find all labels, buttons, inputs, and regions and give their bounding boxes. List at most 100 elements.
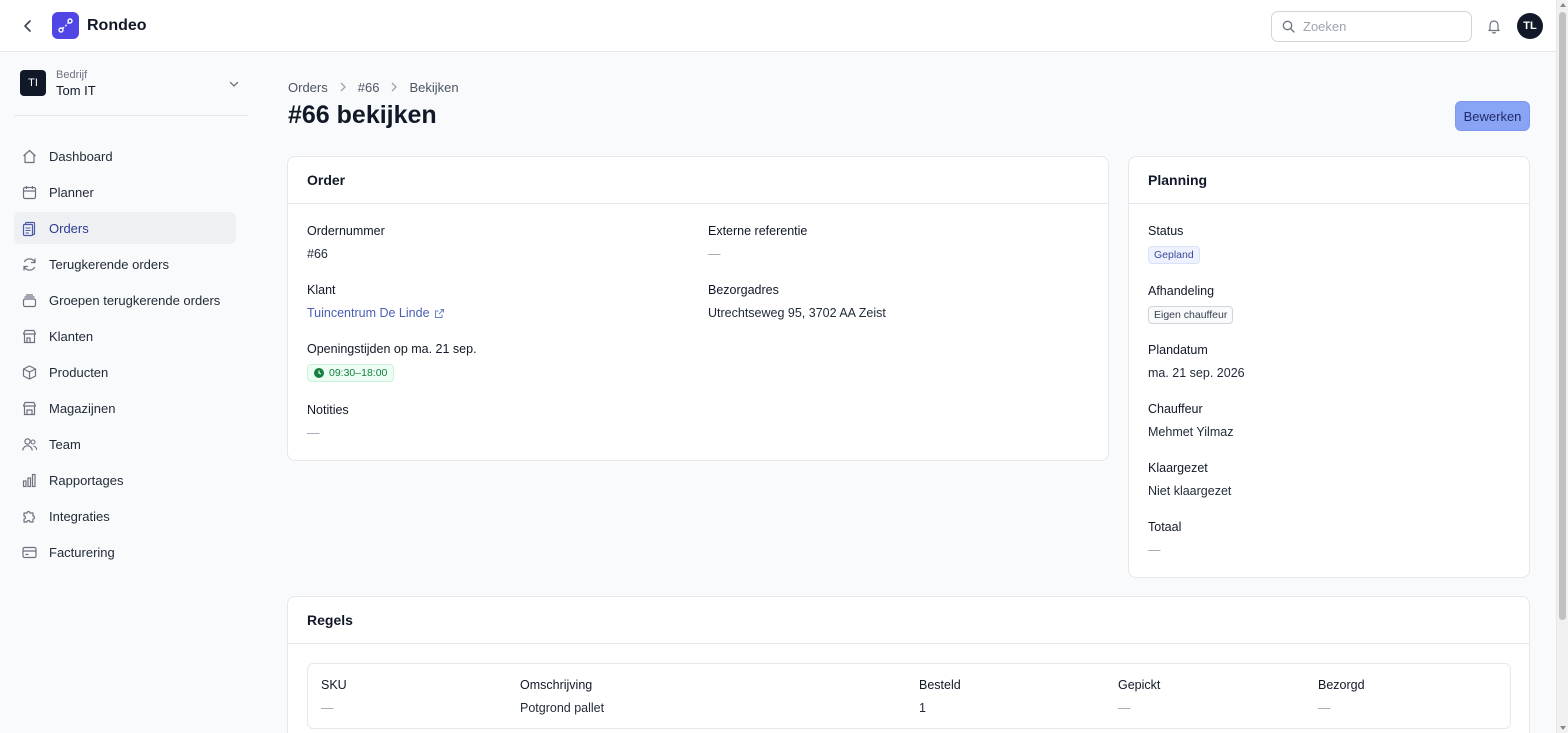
regels-card: Regels SKU Omschrijving Besteld Gepickt … [287,596,1530,733]
field-label: Notities [307,403,349,417]
field-ordernummer: Ordernummer #66 [307,224,385,261]
field-totaal: Totaal — [1148,520,1181,557]
field-afhandeling: Afhandeling Eigen chauffeur [1148,284,1234,324]
company-switcher[interactable]: TI Bedrijf Tom IT [14,66,248,116]
field-label: Afhandeling [1148,284,1215,298]
breadcrumb-current: Bekijken [409,80,459,95]
field-label: Chauffeur [1148,402,1203,416]
field-label: Klaargezet [1148,461,1208,475]
page-scrollbar[interactable] [1556,0,1568,733]
table-cell: Potgrond pallet [520,701,605,715]
field-value: — [1148,543,1161,557]
back-arrow-icon[interactable] [18,16,38,36]
sidebar-item-terugkerende-orders[interactable]: Terugkerende orders [14,248,236,280]
scroll-up-icon[interactable] [1560,3,1566,7]
sidebar-item-planner[interactable]: Planner [14,176,236,208]
field-value: Utrechtseweg 95, 3702 AA Zeist [708,306,886,320]
breadcrumb-order[interactable]: #66 [358,80,380,95]
field-bezorgadres: Bezorgadres Utrechtseweg 95, 3702 AA Zei… [708,283,886,320]
status-badge: Gepland [1148,246,1200,264]
stack-icon [20,291,38,309]
users-icon [20,435,38,453]
sidebar-item-orders[interactable]: Orders [14,212,236,244]
field-externe-referentie: Externe referentie — [708,224,807,261]
chevron-down-icon [229,81,239,87]
sidebar-item-team[interactable]: Team [14,428,236,460]
sidebar-item-rapportages[interactable]: Rapportages [14,464,236,496]
field-value: ma. 21 sep. 2026 [1148,366,1245,380]
table-cell: — [1318,701,1331,715]
sidebar-item-klanten[interactable]: Klanten [14,320,236,352]
chevron-right-icon [390,81,398,95]
planning-card-title: Planning [1129,157,1529,204]
field-value: Niet klaargezet [1148,484,1232,498]
sidebar-item-integraties[interactable]: Integraties [14,500,236,532]
field-status: Status Gepland [1148,224,1200,264]
opening-hours-value: 09:30–18:00 [329,367,388,379]
sidebar-nav: Dashboard Planner Orders Terugkerende or… [14,140,236,572]
warehouse-icon [20,399,38,417]
field-value: #66 [307,247,328,261]
home-icon [20,147,38,165]
sidebar-item-groepen-terugkerende-orders[interactable]: Groepen terugkerende orders [14,284,236,316]
column-header: SKU [321,678,347,692]
table-cell: — [321,701,334,715]
field-value: Mehmet Yilmaz [1148,425,1234,439]
regels-card-title: Regels [288,597,1529,644]
sidebar-item-label: Klanten [49,328,94,344]
field-label: Status [1148,224,1184,238]
sidebar-item-producten[interactable]: Producten [14,356,236,388]
field-value: — [307,426,320,440]
calendar-icon [20,183,38,201]
search-input[interactable] [1303,19,1453,34]
sidebar-item-facturering[interactable]: Facturering [14,536,236,568]
sidebar-item-magazijnen[interactable]: Magazijnen [14,392,236,424]
clipboard-icon [20,219,38,237]
chevron-right-icon [339,81,347,95]
field-label: Bezorgadres [708,283,779,297]
puzzle-icon [20,507,38,525]
sidebar-item-label: Orders [49,220,89,236]
planning-card: Planning Status Gepland Afhandeling Eige… [1128,156,1530,578]
top-bar: Rondeo TL [0,0,1556,52]
sidebar-item-label: Magazijnen [49,400,116,416]
breadcrumb: Orders #66 Bekijken [288,80,459,95]
sidebar-item-label: Facturering [49,544,115,560]
customer-link[interactable]: Tuincentrum De Linde [307,306,445,320]
sidebar-item-label: Team [49,436,81,452]
bell-icon[interactable] [1484,16,1504,36]
breadcrumb-orders[interactable]: Orders [288,80,328,95]
opening-hours-badge: 09:30–18:00 [307,364,395,382]
sidebar-item-label: Groepen terugkerende orders [49,292,221,308]
user-avatar[interactable]: TL [1517,13,1543,39]
sidebar-item-dashboard[interactable]: Dashboard [14,140,236,172]
scroll-down-icon[interactable] [1560,726,1566,730]
search-box[interactable] [1271,11,1472,42]
edit-button[interactable]: Bewerken [1455,101,1530,131]
field-notities: Notities — [307,403,349,440]
column-header: Bezorgd [1318,678,1365,692]
field-value: — [708,247,721,261]
field-label: Openingstijden op ma. 21 sep. [307,342,477,356]
credit-card-icon [20,543,38,561]
scrollbar-thumb[interactable] [1559,12,1566,620]
app-name: Rondeo [87,17,147,34]
company-avatar: TI [20,70,46,96]
order-card-title: Order [288,157,1108,204]
field-label: Ordernummer [307,224,385,238]
sidebar-item-label: Planner [49,184,94,200]
column-header: Omschrijving [520,678,593,692]
field-label: Externe referentie [708,224,808,238]
order-lines-table: SKU Omschrijving Besteld Gepickt Bezorgd… [307,663,1511,729]
company-label: Bedrijf [56,69,88,81]
app-logo-icon[interactable] [52,12,79,39]
sidebar-item-label: Dashboard [49,148,113,164]
sidebar-item-label: Terugkerende orders [49,256,169,272]
field-klaargezet: Klaargezet Niet klaargezet [1148,461,1231,498]
field-chauffeur: Chauffeur Mehmet Yilmaz [1148,402,1233,439]
field-label: Plandatum [1148,343,1208,357]
field-label: Klant [307,283,336,297]
box-icon [20,363,38,381]
external-link-icon [434,308,444,318]
page-title: #66 bekijken [288,101,437,129]
